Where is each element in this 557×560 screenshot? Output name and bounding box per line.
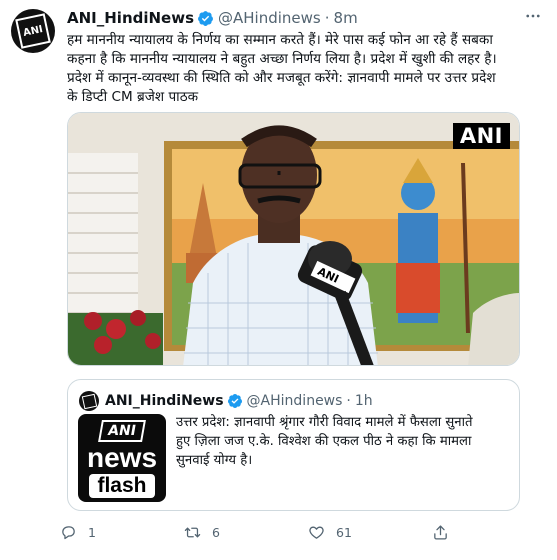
quote-text: उत्तर प्रदेश: ज्ञानवापी श्रृंगार गौरी वि… <box>176 413 514 470</box>
ani-logo <box>81 393 97 409</box>
ani-watermark: ANI <box>452 123 510 149</box>
quote-timestamp: 1h <box>354 393 373 409</box>
tweet-text-line: हम माननीय न्यायालय के निर्णय का सम्मान क… <box>67 32 493 48</box>
quote-author-handle: @AHindinews <box>246 393 343 409</box>
tweet[interactable]: ANI ANI_HindiNews @AHindinews · 8m हम मा… <box>0 0 557 560</box>
quote-text-line: उत्तर प्रदेश: ज्ञानवापी श्रृंगार गौरी वि… <box>176 415 473 430</box>
author-handle[interactable]: @AHindinews <box>218 9 321 27</box>
author-name[interactable]: ANI_HindiNews <box>67 9 194 27</box>
separator-dot: · <box>324 9 330 27</box>
share-icon <box>434 524 447 540</box>
thumbnail-flash-label: flash <box>89 474 155 498</box>
tweet-text-line: के डिप्टी CM ब्रजेश पाठक <box>67 89 199 105</box>
news-flash-thumbnail: ANI news flash <box>78 414 166 502</box>
tweet-text-line: प्रदेश में कानून-व्यवस्था की स्थिति को औ… <box>67 70 496 86</box>
like-count: 61 <box>336 524 352 540</box>
media-photo: ANI <box>68 113 519 365</box>
avatar[interactable]: ANI <box>11 9 55 53</box>
tweet-header: ANI_HindiNews @AHindinews · 8m <box>67 8 358 28</box>
reply-icon <box>62 525 75 539</box>
quoted-tweet[interactable]: ANI_HindiNews @AHindinews · 1h ANI news … <box>67 379 520 511</box>
reply-button[interactable]: 1 <box>60 520 96 544</box>
quote-header: ANI_HindiNews @AHindinews · 1h <box>105 391 373 411</box>
retweet-count: 6 <box>212 524 220 540</box>
share-button[interactable] <box>432 520 449 544</box>
tweet-timestamp[interactable]: 8m <box>334 9 358 27</box>
heart-icon <box>309 526 324 539</box>
retweet-icon <box>184 527 201 537</box>
tweet-media-image[interactable]: ANI ANI <box>67 112 520 366</box>
ani-logo: ANI <box>15 13 51 49</box>
verified-badge-icon <box>227 394 242 408</box>
quote-avatar[interactable] <box>79 391 99 411</box>
tweet-actions: 1 6 61 <box>60 520 520 544</box>
thumbnail-news-label: news <box>86 442 158 473</box>
ellipsis-icon[interactable] <box>521 4 545 28</box>
like-button[interactable]: 61 <box>308 520 352 544</box>
quote-text-line: सुनवाई योग्य है। <box>176 453 253 468</box>
quote-text-line: हुए ज़िला जज ए.के. विश्वेश की एकल पीठ ने… <box>176 434 472 449</box>
reply-count: 1 <box>88 524 96 540</box>
verified-badge-icon <box>198 10 213 26</box>
tweet-text-line: कहना है कि माननीय न्यायालय ने बहुत अच्छा… <box>67 51 497 67</box>
quote-author-name: ANI_HindiNews <box>105 393 224 409</box>
retweet-button[interactable]: 6 <box>184 520 220 544</box>
tweet-text: हम माननीय न्यायालय के निर्णय का सम्मान क… <box>67 31 537 107</box>
separator-dot: · <box>346 393 351 409</box>
thumbnail-ani-label: ANI <box>98 420 146 442</box>
